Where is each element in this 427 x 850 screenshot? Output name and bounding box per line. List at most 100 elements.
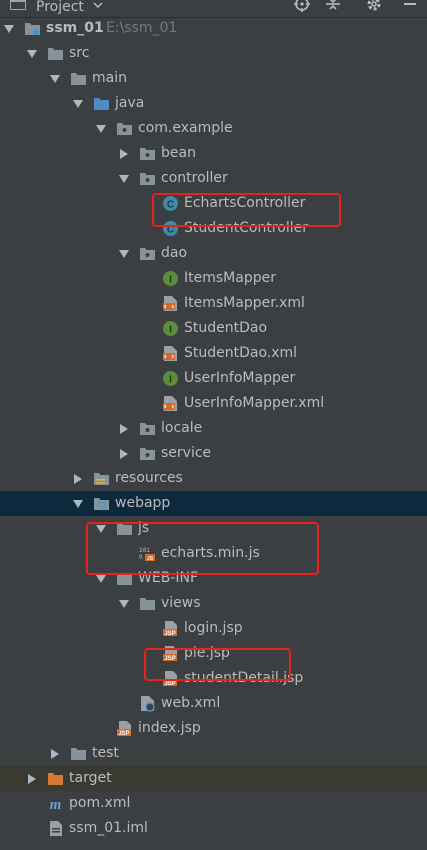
svg-text:JSP: JSP xyxy=(164,681,175,687)
interface-icon: I xyxy=(162,270,179,287)
collapse-arrow-icon[interactable] xyxy=(73,474,83,484)
folder-icon xyxy=(47,45,64,62)
folder-icon xyxy=(70,745,87,762)
collapse-all-icon[interactable] xyxy=(323,0,343,16)
tree-item[interactable]: StudentDao.xml xyxy=(0,341,427,366)
tree-item-label: ItemsMapper xyxy=(184,270,276,286)
tree-item-label: java xyxy=(115,95,145,111)
target-icon[interactable] xyxy=(292,0,312,16)
interface-icon: I xyxy=(162,320,179,337)
xml-file-icon xyxy=(162,395,179,412)
expand-arrow-icon[interactable] xyxy=(96,574,106,584)
collapse-arrow-icon[interactable] xyxy=(119,449,129,459)
tree-item[interactable]: web.xml xyxy=(0,691,427,716)
tree-item-label: service xyxy=(161,445,212,461)
project-tree[interactable]: ssm_01 E:\ssm_01src main java com.example bea… xyxy=(0,17,427,850)
collapse-arrow-icon[interactable] xyxy=(119,424,129,434)
gear-icon[interactable] xyxy=(364,0,384,16)
tree-item[interactable]: views xyxy=(0,591,427,616)
tree-item[interactable]: I ItemsMapper xyxy=(0,266,427,291)
tree-item[interactable]: dao xyxy=(0,241,427,266)
tree-item[interactable]: java xyxy=(0,91,427,116)
xml-file-icon xyxy=(162,345,179,362)
collapse-arrow-icon[interactable] xyxy=(119,149,129,159)
svg-text:I: I xyxy=(169,375,172,386)
tree-item-label: StudentDao xyxy=(184,320,268,336)
tree-item-label: main xyxy=(92,70,127,86)
tree-item-label: locale xyxy=(161,420,203,436)
hide-panel-icon[interactable] xyxy=(400,0,420,16)
expand-arrow-icon[interactable] xyxy=(73,99,83,109)
tree-item[interactable]: target xyxy=(0,766,427,791)
web-folder-icon xyxy=(93,495,110,512)
tree-item-label: target xyxy=(69,770,112,786)
svg-text:JSP: JSP xyxy=(164,631,175,637)
project-view-icon xyxy=(10,0,26,10)
expand-arrow-icon[interactable] xyxy=(50,74,60,84)
tree-item[interactable]: I UserInfoMapper xyxy=(0,366,427,391)
source-folder-icon xyxy=(93,95,110,112)
expand-arrow-icon[interactable] xyxy=(119,174,129,184)
jsp-file-icon: JSP xyxy=(116,720,133,737)
expand-arrow-icon[interactable] xyxy=(119,249,129,259)
tree-item[interactable]: service xyxy=(0,441,427,466)
tree-item[interactable]: test xyxy=(0,741,427,766)
tree-item-label: ssm_01.iml xyxy=(69,820,148,836)
tree-item[interactable]: resources xyxy=(0,466,427,491)
tree-item[interactable]: I StudentDao xyxy=(0,316,427,341)
tree-item[interactable]: ssm_01.iml xyxy=(0,816,427,841)
tree-item[interactable]: locale xyxy=(0,416,427,441)
tree-item[interactable]: src xyxy=(0,41,427,66)
highlight-box xyxy=(144,648,291,681)
tree-item[interactable]: JSP index.jsp xyxy=(0,716,427,741)
tree-item[interactable]: ItemsMapper.xml xyxy=(0,291,427,316)
tree-item-label: UserInfoMapper.xml xyxy=(184,395,325,411)
package-icon xyxy=(139,245,156,262)
tree-item[interactable]: main xyxy=(0,66,427,91)
collapse-arrow-icon[interactable] xyxy=(50,749,60,759)
svg-text:I: I xyxy=(169,325,172,336)
tree-item[interactable]: JSP login.jsp xyxy=(0,616,427,641)
interface-icon: I xyxy=(162,370,179,387)
tree-item[interactable]: webapp xyxy=(0,491,427,516)
web-xml-icon xyxy=(139,695,156,712)
svg-text:JSP: JSP xyxy=(118,731,129,737)
tree-item-label: ssm_01 xyxy=(46,20,104,36)
expand-arrow-icon[interactable] xyxy=(119,599,129,609)
resources-folder-icon xyxy=(93,470,110,487)
collapse-arrow-icon[interactable] xyxy=(27,774,37,784)
tree-item-label: src xyxy=(69,45,90,61)
iml-file-icon xyxy=(47,820,64,837)
tree-item-label: login.jsp xyxy=(184,620,243,636)
maven-icon: m xyxy=(47,795,64,812)
package-icon xyxy=(139,170,156,187)
tree-item-label: views xyxy=(161,595,201,611)
tree-item[interactable]: ssm_01 E:\ssm_01 xyxy=(0,16,427,41)
tree-item[interactable]: controller xyxy=(0,166,427,191)
module-folder-icon xyxy=(24,20,41,37)
xml-file-icon xyxy=(162,295,179,312)
tree-item-label: bean xyxy=(161,145,196,161)
tree-item[interactable]: UserInfoMapper.xml xyxy=(0,391,427,416)
panel-title[interactable]: Project xyxy=(36,0,84,16)
tree-item-label: ItemsMapper.xml xyxy=(184,295,305,311)
tree-item-label: StudentDao.xml xyxy=(184,345,298,361)
svg-text:I: I xyxy=(169,275,172,286)
folder-icon xyxy=(70,70,87,87)
package-icon xyxy=(139,445,156,462)
expand-arrow-icon[interactable] xyxy=(4,24,14,34)
expand-arrow-icon[interactable] xyxy=(27,49,37,59)
package-icon xyxy=(116,120,133,137)
expand-arrow-icon[interactable] xyxy=(73,499,83,509)
folder-icon xyxy=(139,595,156,612)
tree-item[interactable]: m pom.xml xyxy=(0,791,427,816)
tree-item-label: dao xyxy=(161,245,188,261)
jsp-file-icon: JSP xyxy=(162,620,179,637)
excluded-folder-icon xyxy=(47,770,64,787)
highlight-box xyxy=(86,522,319,575)
chevron-down-icon[interactable] xyxy=(93,0,103,9)
tree-item[interactable]: com.example xyxy=(0,116,427,141)
tree-item[interactable]: bean xyxy=(0,141,427,166)
expand-arrow-icon[interactable] xyxy=(96,124,106,134)
module-path: E:\ssm_01 xyxy=(106,20,178,36)
